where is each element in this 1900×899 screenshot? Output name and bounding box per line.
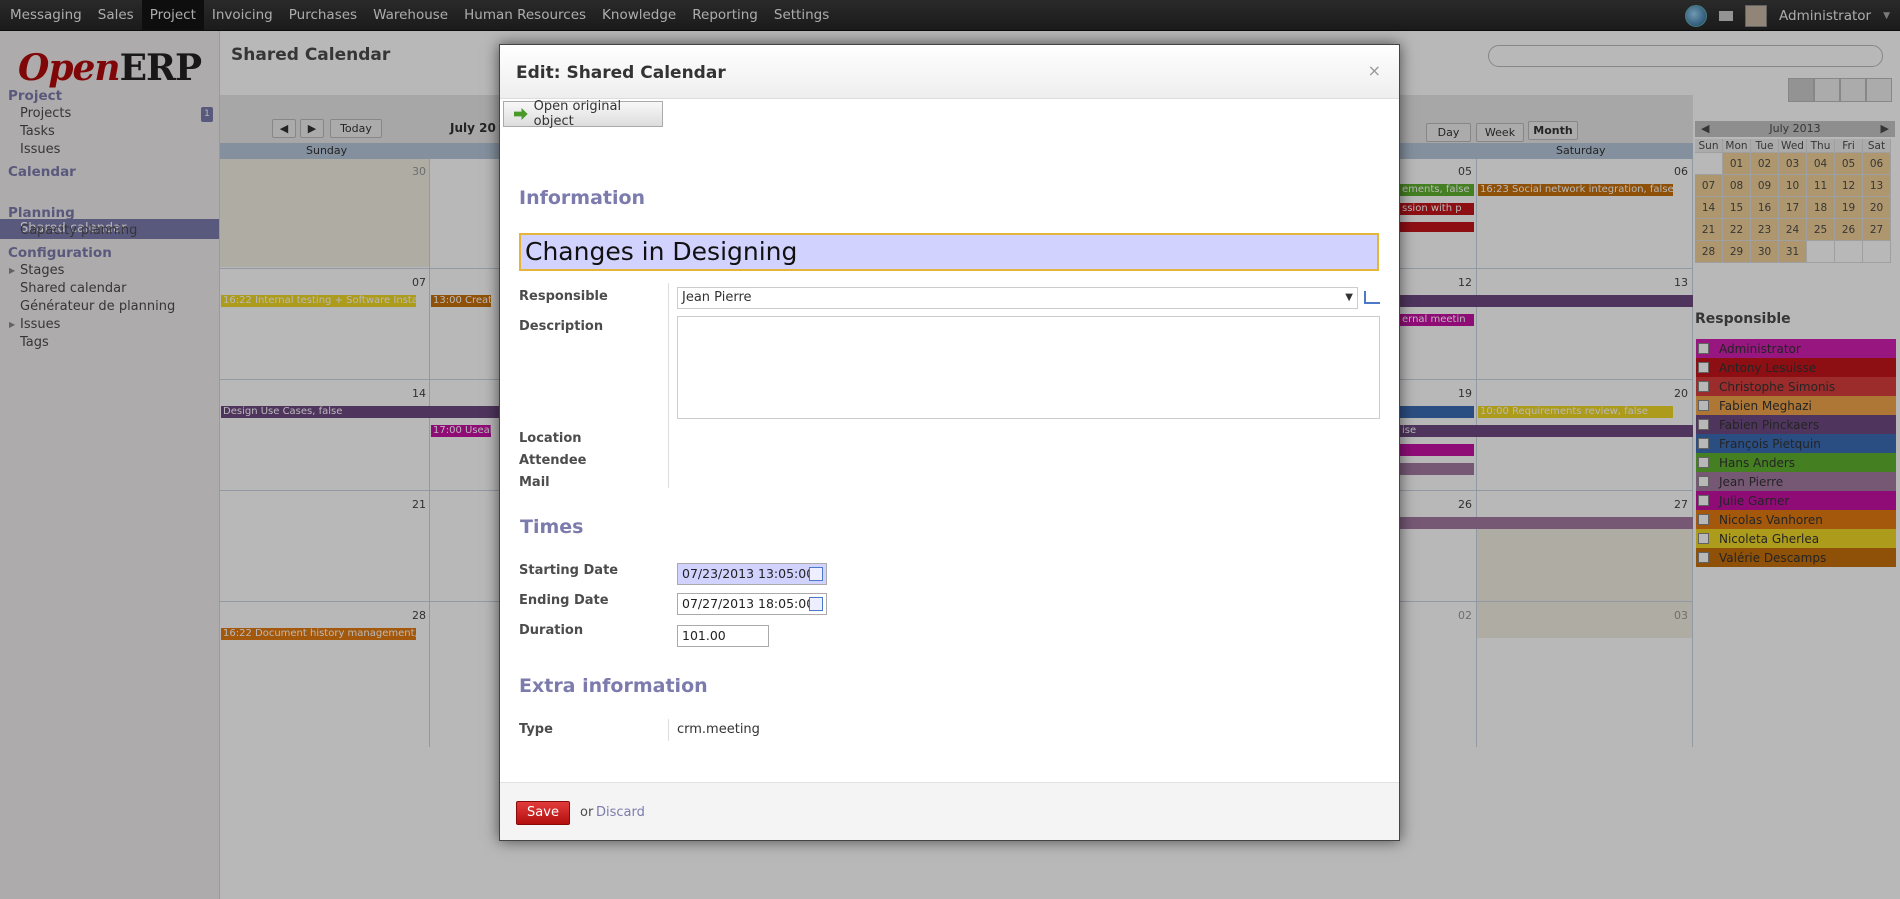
ending-date-input[interactable]: 07/27/2013 18:05:00 xyxy=(677,593,827,615)
dialog-title: Edit: Shared Calendar xyxy=(516,63,726,83)
location-label: Location xyxy=(519,431,582,446)
responsible-label: Responsible xyxy=(519,289,608,304)
description-label: Description xyxy=(519,319,604,334)
calendar-icon[interactable] xyxy=(809,597,823,611)
divider xyxy=(668,719,669,741)
ending-date-label: Ending Date xyxy=(519,593,609,608)
type-label: Type xyxy=(519,722,553,737)
starting-date-label: Starting Date xyxy=(519,563,619,578)
attendee-label: Attendee xyxy=(519,453,587,468)
section-times: Times xyxy=(520,516,584,538)
ending-date-value: 07/27/2013 18:05:00 xyxy=(682,596,815,611)
description-textarea[interactable] xyxy=(677,316,1380,419)
open-original-label: Open original object xyxy=(533,99,622,129)
responsible-value: Jean Pierre xyxy=(682,290,752,305)
type-value: crm.meeting xyxy=(677,722,760,737)
name-input[interactable]: Changes in Designing xyxy=(519,233,1379,271)
mail-label: Mail xyxy=(519,475,550,490)
or-text: or xyxy=(580,805,594,820)
calendar-icon[interactable] xyxy=(809,567,823,581)
external-link-icon[interactable] xyxy=(1364,291,1380,304)
chevron-down-icon: ▼ xyxy=(1345,292,1353,303)
close-icon[interactable]: × xyxy=(1368,61,1381,80)
duration-input[interactable]: 101.00 xyxy=(677,625,769,647)
dialog-header: Edit: Shared Calendar × xyxy=(500,45,1399,99)
section-information: Information xyxy=(519,187,646,209)
discard-link[interactable]: Discard xyxy=(596,805,645,820)
responsible-select[interactable]: Jean Pierre ▼ xyxy=(677,287,1358,309)
dialog-footer: Save or Discard xyxy=(500,782,1399,840)
starting-date-input[interactable]: 07/23/2013 13:05:00 xyxy=(677,563,827,585)
section-extra-information: Extra information xyxy=(519,675,708,697)
divider xyxy=(668,283,669,488)
edit-dialog: Edit: Shared Calendar × Open original ob… xyxy=(499,44,1400,841)
save-button[interactable]: Save xyxy=(516,801,570,825)
starting-date-value: 07/23/2013 13:05:00 xyxy=(682,566,815,581)
open-original-button[interactable]: Open original object xyxy=(503,99,663,129)
duration-label: Duration xyxy=(519,623,584,638)
arrow-right-icon xyxy=(514,108,528,120)
